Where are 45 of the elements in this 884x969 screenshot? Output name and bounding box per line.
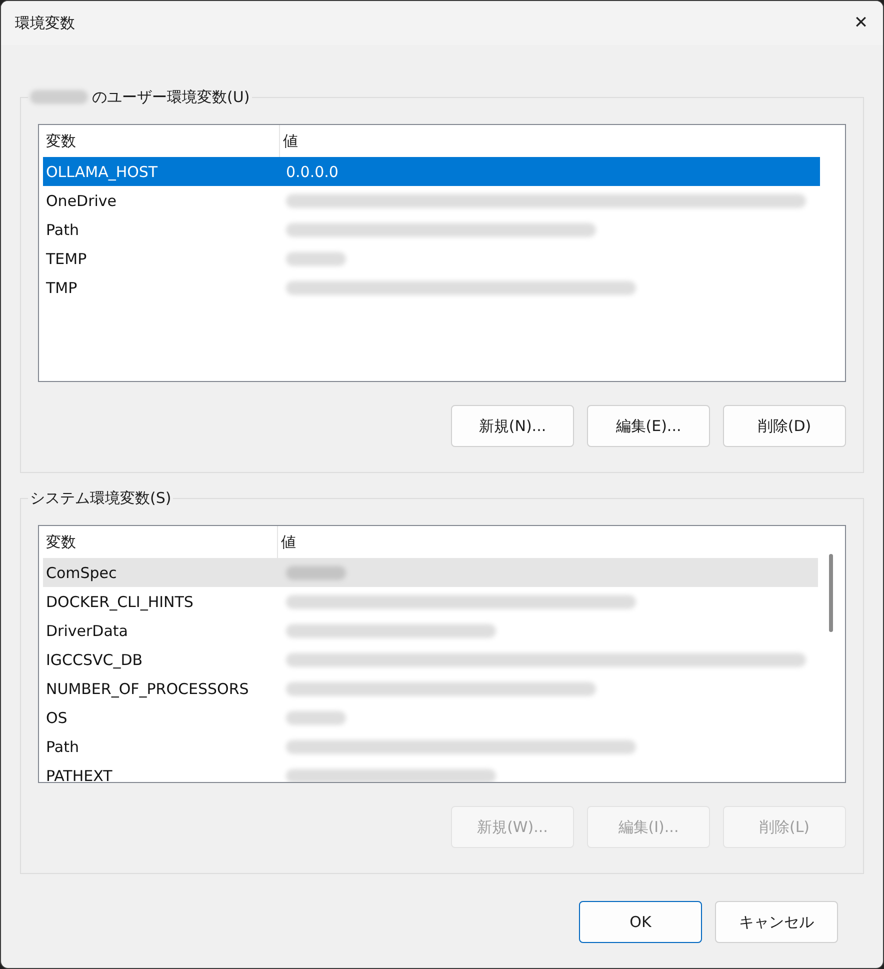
redacted-value — [286, 566, 346, 580]
dialog-button[interactable]: 編集(E)... — [587, 405, 710, 447]
table-cell-text: DriverData — [45, 622, 129, 640]
table-cell-text: Path — [45, 220, 80, 238]
table-cell-text: 0.0.0.0 — [285, 162, 340, 180]
dialog-button[interactable]: 削除(D) — [723, 405, 846, 447]
cancel-button[interactable]: キャンセル — [715, 901, 838, 943]
redacted-value — [286, 710, 346, 724]
table-cell-text: TMP — [45, 278, 78, 296]
table-cell-text: NUMBER_OF_PROCESSORS — [45, 680, 250, 698]
list-row[interactable]: OneDrive — [43, 186, 820, 215]
group-title: システム環境変数(S) — [30, 488, 172, 508]
table-cell-text: ComSpec — [45, 564, 118, 582]
group-title: のユーザー環境変数(U) — [92, 87, 250, 107]
ok-button[interactable]: OK — [579, 901, 702, 943]
window-title: 環境変数 — [15, 14, 75, 32]
list-row[interactable]: DOCKER_CLI_HINTS — [43, 587, 818, 616]
list-row[interactable]: NUMBER_OF_PROCESSORS — [43, 674, 818, 703]
list-row[interactable]: ComSpec — [43, 558, 818, 587]
variable-list[interactable]: 変数 値 OLLAMA_HOST 0.0.0.0 OneDrive Path TEMP TMP — [38, 124, 846, 382]
close-button[interactable]: ✕ — [839, 1, 883, 45]
table-cell-text: OneDrive — [45, 192, 118, 210]
column-header[interactable]: 値 — [280, 125, 820, 157]
list-row[interactable]: DriverData — [43, 616, 818, 645]
table-cell-text: Path — [45, 738, 80, 756]
table-cell-text: OLLAMA_HOST — [45, 162, 159, 180]
dialog-button[interactable]: 新規(N)... — [451, 405, 574, 447]
list-row[interactable]: OLLAMA_HOST 0.0.0.0 — [43, 157, 820, 186]
variable-list[interactable]: 変数 値 ComSpec DOCKER_CLI_HINTS DriverData IGCCSVC_DB NUMBER_OF_PROCESSORS OS Path PATHEXT — [38, 525, 846, 783]
table-cell-text: TEMP — [45, 250, 88, 268]
list-row[interactable]: TEMP — [43, 244, 820, 273]
list-row[interactable]: TMP — [43, 273, 820, 302]
list-row[interactable]: OS — [43, 703, 818, 732]
redacted-username — [30, 90, 88, 104]
table-cell-text: IGCCSVC_DB — [45, 650, 144, 668]
list-row[interactable]: Path — [43, 732, 818, 761]
table-cell-text: DOCKER_CLI_HINTS — [45, 592, 194, 610]
list-row[interactable]: PATHEXT — [43, 761, 818, 782]
column-header[interactable]: 値 — [278, 526, 814, 558]
table-cell-text: OS — [45, 708, 68, 726]
table-cell-text: PATHEXT — [45, 766, 114, 782]
list-row[interactable]: IGCCSVC_DB — [43, 645, 818, 674]
redacted-value — [286, 252, 346, 266]
scrollbar-thumb[interactable] — [829, 554, 833, 632]
list-row[interactable]: Path — [43, 215, 820, 244]
